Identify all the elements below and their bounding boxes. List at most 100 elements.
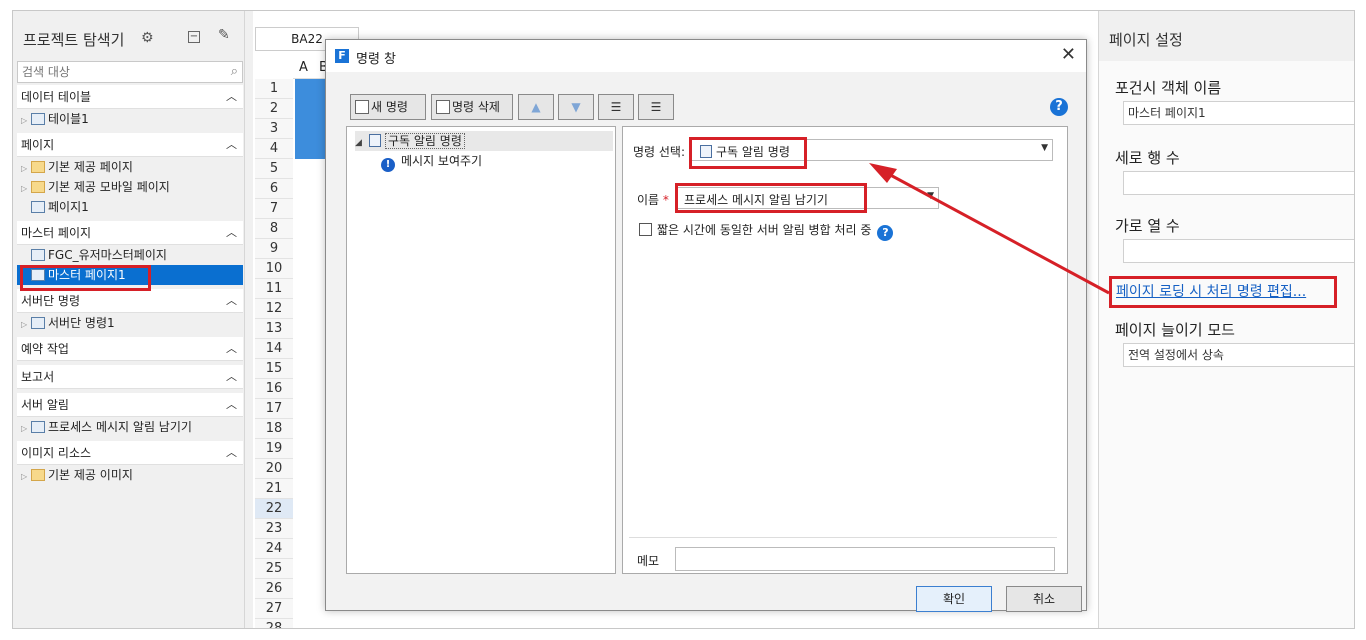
chevron-up-icon[interactable]: ︿ xyxy=(226,85,237,109)
tree-item-builtin-pages[interactable]: ▷ 기본 제공 페이지 xyxy=(17,157,243,177)
tree-node-child[interactable]: ! 메시지 보여주기 xyxy=(381,151,482,172)
row-header[interactable]: 23 xyxy=(255,519,293,539)
row-header[interactable]: 25 xyxy=(255,559,293,579)
row-header[interactable]: 16 xyxy=(255,379,293,399)
collapse-node-icon[interactable]: ◢ xyxy=(355,133,369,153)
command-detail: 명령 선택: 구독 알림 명령 ▼ 이름 * 프로세스 메시지 알림 남기기 ▼… xyxy=(622,126,1068,574)
move-down-button[interactable]: ▼ xyxy=(558,94,594,120)
chevron-up-icon[interactable]: ︿ xyxy=(226,221,237,245)
column-a[interactable]: A xyxy=(299,60,308,75)
row-header[interactable]: 21 xyxy=(255,479,293,499)
tree-item-page1[interactable]: 페이지1 xyxy=(17,197,243,217)
search-input[interactable] xyxy=(18,62,218,82)
pin-icon[interactable]: ✎ xyxy=(218,27,230,43)
row-header[interactable]: 10 xyxy=(255,259,293,279)
section-master-pages[interactable]: 마스터 페이지 ︿ xyxy=(17,221,243,245)
memo-input[interactable] xyxy=(675,547,1055,571)
row-header[interactable]: 6 xyxy=(255,179,293,199)
tree-node-root[interactable]: ◢ 구독 알림 명령 xyxy=(355,131,613,151)
row-header[interactable]: 19 xyxy=(255,439,293,459)
new-command-icon xyxy=(355,100,369,114)
section-image-resources[interactable]: 이미지 리소스 ︿ xyxy=(17,441,243,465)
collapse-all-icon[interactable]: − xyxy=(188,31,200,43)
chevron-up-icon[interactable]: ︿ xyxy=(226,393,237,417)
edit-load-command-link[interactable]: 페이지 로딩 시 처리 명령 편집... xyxy=(1109,276,1337,308)
info-icon: ! xyxy=(381,158,395,172)
section-pages[interactable]: 페이지 ︿ xyxy=(17,133,243,157)
new-command-button[interactable]: 새 명령 xyxy=(350,94,426,120)
row-header[interactable]: 5 xyxy=(255,159,293,179)
row-header[interactable]: 11 xyxy=(255,279,293,299)
stretch-mode-select[interactable]: 전역 설정에서 상속 xyxy=(1123,343,1354,367)
rows-label: 세로 행 수 xyxy=(1115,149,1180,167)
row-header[interactable]: 9 xyxy=(255,239,293,259)
row-header[interactable]: 28 xyxy=(255,619,293,628)
tree-item-builtin-mobile-pages[interactable]: ▷ 기본 제공 모바일 페이지 xyxy=(17,177,243,197)
section-scheduled-tasks[interactable]: 예약 작업 ︿ xyxy=(17,337,243,361)
help-icon[interactable]: ? xyxy=(877,225,894,241)
row-header[interactable]: 24 xyxy=(255,539,293,559)
command-dialog: F 명령 창 ✕ 새 명령 명령 삭제 ▲ ▼ ☰ ☰ ? ◢ 구독 알림 명령 … xyxy=(325,39,1087,612)
move-up-button[interactable]: ▲ xyxy=(518,94,554,120)
outdent-button[interactable]: ☰ xyxy=(638,94,674,120)
help-icon[interactable]: ? xyxy=(1050,98,1068,116)
section-server-notifications[interactable]: 서버 알림 ︿ xyxy=(17,393,243,417)
chevron-up-icon[interactable]: ︿ xyxy=(226,133,237,157)
row-header[interactable]: 27 xyxy=(255,599,293,619)
app-window: 프로젝트 탐색기 ⚙ − ✎ ⌕ 데이터 테이블︿ ▷테이블1 페이지︿ ▷기본… xyxy=(12,10,1355,629)
expand-icon[interactable]: ▷ xyxy=(21,159,31,179)
chevron-up-icon[interactable]: ︿ xyxy=(226,441,237,465)
row-header[interactable]: 3 xyxy=(255,119,293,139)
tree-item-fgc-master[interactable]: FGC_유저마스터페이지 xyxy=(17,245,243,265)
section-data-tables[interactable]: 데이터 테이블 ︿ xyxy=(17,85,243,109)
project-explorer: 프로젝트 탐색기 ⚙ − ✎ ⌕ 데이터 테이블︿ ▷테이블1 페이지︿ ▷기본… xyxy=(13,11,245,628)
chevron-up-icon[interactable]: ︿ xyxy=(226,337,237,361)
row-header[interactable]: 8 xyxy=(255,219,293,239)
explorer-search[interactable]: ⌕ xyxy=(17,61,243,83)
row-header[interactable]: 1 xyxy=(255,79,293,99)
row-header[interactable]: 12 xyxy=(255,299,293,319)
row-header[interactable]: 4 xyxy=(255,139,293,159)
delete-command-button[interactable]: 명령 삭제 xyxy=(431,94,513,120)
tree-item-table1[interactable]: ▷ 테이블1 xyxy=(17,109,243,129)
row-header[interactable]: 20 xyxy=(255,459,293,479)
object-name-label: 포건시 객체 이름 xyxy=(1115,79,1222,97)
expand-icon[interactable]: ▷ xyxy=(21,315,31,335)
tree-item-server-command1[interactable]: ▷ 서버단 명령1 xyxy=(17,313,243,333)
row-header[interactable]: 18 xyxy=(255,419,293,439)
search-icon[interactable]: ⌕ xyxy=(231,64,238,79)
gear-icon[interactable]: ⚙ xyxy=(141,30,154,46)
tree-item-notification[interactable]: ▷ 프로세스 메시지 알림 남기기 xyxy=(17,417,243,437)
row-header[interactable]: 17 xyxy=(255,399,293,419)
tree-item-builtin-images[interactable]: ▷ 기본 제공 이미지 xyxy=(17,465,243,485)
merge-checkbox[interactable] xyxy=(639,223,652,236)
rows-field[interactable] xyxy=(1123,171,1354,195)
panel-title: 페이지 설정 xyxy=(1109,31,1183,49)
cols-field[interactable] xyxy=(1123,239,1354,263)
row-header[interactable]: 15 xyxy=(255,359,293,379)
expand-icon[interactable]: ▷ xyxy=(21,111,31,131)
notification-icon xyxy=(31,421,45,433)
row-header[interactable]: 2 xyxy=(255,99,293,119)
row-header[interactable]: 13 xyxy=(255,319,293,339)
expand-icon[interactable]: ▷ xyxy=(21,467,31,487)
object-name-field[interactable]: 마스터 페이지1 xyxy=(1123,101,1354,125)
row-header[interactable]: 22 xyxy=(255,499,293,519)
expand-icon[interactable]: ▷ xyxy=(21,179,31,199)
close-icon[interactable]: ✕ xyxy=(1061,44,1076,65)
indent-button[interactable]: ☰ xyxy=(598,94,634,120)
dropdown-icon[interactable]: ▼ xyxy=(1041,143,1048,153)
expand-icon[interactable]: ▷ xyxy=(21,419,31,439)
master-page-icon xyxy=(31,249,45,261)
ok-button[interactable]: 확인 xyxy=(916,586,992,612)
cancel-button[interactable]: 취소 xyxy=(1006,586,1082,612)
dropdown-icon[interactable]: ▼ xyxy=(927,191,934,201)
row-header[interactable]: 7 xyxy=(255,199,293,219)
chevron-up-icon[interactable]: ︿ xyxy=(226,365,237,389)
section-server-commands[interactable]: 서버단 명령 ︿ xyxy=(17,289,243,313)
selected-cell-block[interactable] xyxy=(295,79,325,159)
row-header[interactable]: 14 xyxy=(255,339,293,359)
chevron-up-icon[interactable]: ︿ xyxy=(226,289,237,313)
row-header[interactable]: 26 xyxy=(255,579,293,599)
section-reports[interactable]: 보고서 ︿ xyxy=(17,365,243,389)
